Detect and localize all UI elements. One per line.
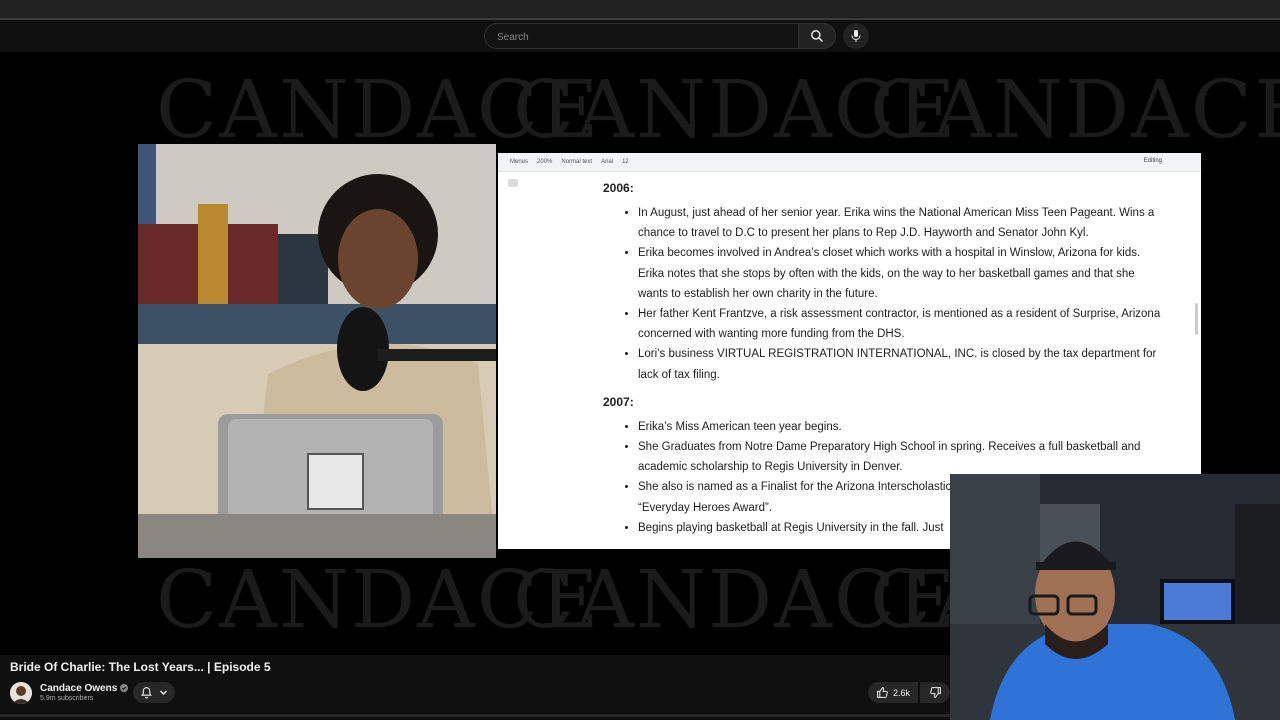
doc-toolbar: Menus 200% Normal text Arial 12 Editing (498, 153, 1201, 172)
outline-toggle[interactable] (508, 179, 518, 187)
subscription-bell-button[interactable] (133, 682, 175, 703)
host-camera-feed (138, 144, 496, 558)
list-item: She Graduates from Notre Dame Preparator… (638, 437, 1163, 477)
reactor-webcam-overlay (950, 474, 1280, 720)
search-button[interactable] (798, 23, 836, 49)
channel-name[interactable]: Candace Owens (40, 683, 129, 694)
masthead (0, 20, 1280, 52)
toolbar-mode[interactable]: Editing (1144, 158, 1162, 164)
mic-icon (851, 30, 861, 42)
voice-search-button[interactable] (843, 23, 869, 49)
verified-icon (120, 684, 129, 693)
bell-icon (140, 687, 152, 699)
browser-top-strip (0, 0, 1280, 20)
list-item: Erika becomes involved in Andrea’s close… (638, 243, 1163, 304)
video-title: Bride Of Charlie: The Lost Years... | Ep… (10, 660, 271, 674)
year-heading: 2006: (603, 181, 634, 195)
thumbs-down-icon (929, 687, 941, 698)
chevron-down-icon (160, 690, 168, 695)
toolbar-zoom[interactable]: 200% (537, 159, 552, 165)
watermark-text: CANDACE (870, 63, 1280, 156)
subscriber-count: 5.9m subscribers (40, 695, 94, 702)
list-item: Lori’s business VIRTUAL REGISTRATION INT… (638, 344, 1163, 384)
channel-name-text[interactable]: Candace Owens (40, 683, 117, 694)
toolbar-font[interactable]: Arial (601, 159, 613, 165)
like-count: 2.6k (892, 687, 910, 698)
toolbar-menus[interactable]: Menus (510, 159, 528, 165)
list-item: Erika’s Miss American teen year begins. (638, 417, 1163, 437)
search-icon (811, 30, 823, 42)
toolbar-size[interactable]: 12 (622, 159, 629, 165)
list-item: In August, just ahead of her senior year… (638, 203, 1163, 243)
bullet-list: In August, just ahead of her senior year… (603, 203, 1163, 385)
channel-avatar[interactable] (10, 682, 32, 704)
toolbar-style[interactable]: Normal text (561, 159, 592, 165)
thumbs-up-icon (877, 687, 888, 698)
like-button[interactable]: 2.6k (868, 682, 918, 703)
list-item: Her father Kent Frantzve, a risk assessm… (638, 304, 1163, 344)
search-box[interactable] (484, 23, 798, 50)
doc-scrollbar[interactable] (1195, 303, 1198, 335)
search-input[interactable] (495, 24, 789, 50)
year-heading: 2007: (603, 394, 634, 409)
dislike-button[interactable] (920, 682, 950, 703)
